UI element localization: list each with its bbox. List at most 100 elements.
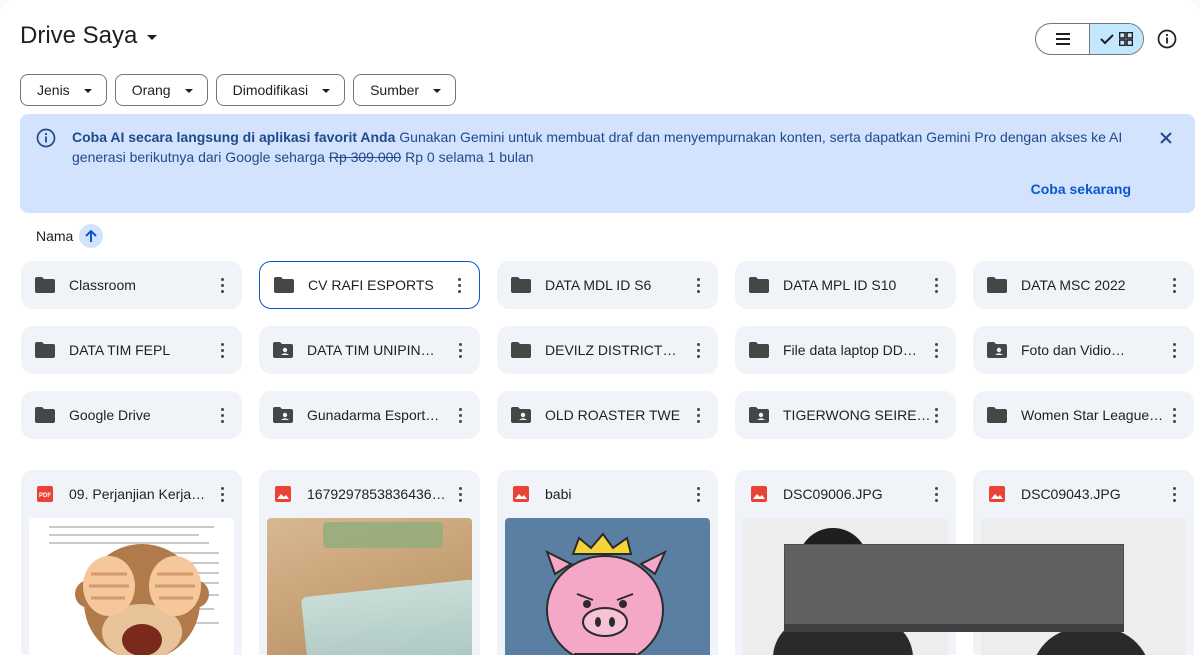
page-title: Drive Saya	[20, 22, 138, 49]
sort-direction-button[interactable]	[79, 224, 104, 248]
file-name: DSC09006.JPG	[783, 486, 883, 502]
folder-name: File data laptop DD…	[783, 342, 917, 358]
folder-name: DATA MPL ID S10	[783, 277, 897, 293]
filter-people-chip[interactable]: Orang	[114, 74, 208, 106]
file-thumbnail	[29, 518, 234, 655]
more-options-button[interactable]	[1164, 405, 1184, 425]
more-options-button[interactable]	[449, 275, 469, 295]
close-icon	[1160, 132, 1172, 144]
folder-tile[interactable]: Gunadarma Esport…	[259, 391, 480, 439]
file-name: DSC09043.JPG	[1021, 486, 1121, 502]
caret-down-icon	[184, 88, 193, 93]
sort-label: Nama	[36, 228, 74, 244]
more-options-button[interactable]	[1164, 340, 1184, 360]
folder-tile[interactable]: DEVILZ DISTRICT…	[497, 326, 718, 374]
chip-label: Dimodifikasi	[232, 82, 309, 98]
try-now-link[interactable]: Coba sekarang	[1031, 181, 1131, 197]
shared-folder-icon	[271, 403, 295, 427]
chip-label: Orang	[131, 82, 171, 98]
image-icon	[271, 482, 295, 506]
more-options-button[interactable]	[926, 340, 946, 360]
more-options-button[interactable]	[688, 484, 708, 504]
folder-tile[interactable]: DATA MSC 2022	[973, 261, 1194, 309]
details-button[interactable]	[1155, 27, 1179, 51]
file-thumbnail	[505, 518, 710, 655]
svg-text:PDF: PDF	[39, 493, 51, 499]
folder-tile[interactable]: DATA MPL ID S10	[735, 261, 956, 309]
folder-icon	[509, 338, 533, 362]
caret-down-icon	[147, 34, 158, 40]
grid-view-button[interactable]	[1089, 24, 1143, 54]
caret-down-icon	[322, 88, 331, 93]
folder-name: OLD ROASTER TWE	[545, 407, 681, 423]
folder-name: Gunadarma Esport…	[307, 407, 440, 423]
folder-name: CV RAFI ESPORTS	[308, 277, 434, 293]
file-card[interactable]: babi	[497, 470, 718, 655]
folder-name: DATA TIM FEPL	[69, 342, 171, 358]
file-card[interactable]: PDF 09. Perjanjian Kerja…	[21, 470, 242, 655]
folder-tile[interactable]: DATA MDL ID S6	[497, 261, 718, 309]
more-options-button[interactable]	[450, 405, 470, 425]
folder-tile[interactable]: Google Drive	[21, 391, 242, 439]
file-card[interactable]: 1679297853836436…	[259, 470, 480, 655]
monkey-emoji-sticker	[75, 544, 209, 655]
more-options-button[interactable]	[688, 340, 708, 360]
more-options-button[interactable]	[926, 405, 946, 425]
folder-tile[interactable]: Classroom	[21, 261, 242, 309]
folder-tile[interactable]: Women Star League…	[973, 391, 1194, 439]
chip-label: Sumber	[370, 82, 420, 98]
folder-tile[interactable]: OLD ROASTER TWE	[497, 391, 718, 439]
more-options-button[interactable]	[450, 340, 470, 360]
more-options-button[interactable]	[926, 484, 946, 504]
folder-icon	[985, 403, 1009, 427]
more-options-button[interactable]	[212, 405, 232, 425]
drive-page: Drive Saya Jenis Orang Dimodifikasi Sumb…	[0, 0, 1200, 655]
folder-name: Foto dan Vidio…	[1021, 342, 1126, 358]
more-options-button[interactable]	[688, 405, 708, 425]
folder-icon	[985, 273, 1009, 297]
more-options-button[interactable]	[212, 275, 232, 295]
folder-tile[interactable]: TIGERWONG SEIRE…	[735, 391, 956, 439]
more-options-button[interactable]	[450, 484, 470, 504]
sort-by-name[interactable]: Nama	[36, 224, 104, 248]
list-view-button[interactable]	[1036, 24, 1089, 54]
folder-grid: Classroom CV RAFI ESPORTS DATA MDL ID S6 DA…	[21, 261, 1194, 439]
filter-source-chip[interactable]: Sumber	[353, 74, 457, 106]
caret-down-icon	[433, 88, 442, 93]
more-options-button[interactable]	[1164, 484, 1184, 504]
more-options-button[interactable]	[688, 275, 708, 295]
file-name: 1679297853836436…	[307, 486, 446, 502]
folder-icon	[272, 273, 296, 297]
drive-title-menu[interactable]: Drive Saya	[20, 22, 158, 50]
close-banner-button[interactable]	[1156, 128, 1176, 148]
filter-type-chip[interactable]: Jenis	[20, 74, 107, 106]
file-thumbnail	[267, 518, 472, 655]
banner-old-price: Rp 309.000	[328, 149, 402, 165]
folder-icon	[747, 273, 771, 297]
info-icon	[36, 128, 56, 148]
more-options-button[interactable]	[1164, 275, 1184, 295]
file-name: babi	[545, 486, 572, 502]
folder-tile[interactable]: CV RAFI ESPORTS	[259, 261, 480, 309]
folder-tile[interactable]: Foto dan Vidio…	[973, 326, 1194, 374]
filter-modified-chip[interactable]: Dimodifikasi	[215, 74, 346, 106]
more-options-button[interactable]	[212, 340, 232, 360]
folder-tile[interactable]: DATA TIM UNIPIN…	[259, 326, 480, 374]
folder-icon	[747, 338, 771, 362]
grid-icon	[1119, 32, 1133, 46]
image-icon	[985, 482, 1009, 506]
caret-down-icon	[83, 88, 92, 93]
view-toggle	[1035, 23, 1144, 55]
shared-folder-icon	[985, 338, 1009, 362]
arrow-up-icon	[85, 229, 98, 242]
folder-tile[interactable]: File data laptop DD…	[735, 326, 956, 374]
folder-icon	[33, 338, 57, 362]
shared-folder-icon	[747, 403, 771, 427]
more-options-button[interactable]	[926, 275, 946, 295]
pig-illustration	[545, 532, 668, 655]
shared-folder-icon	[271, 338, 295, 362]
folder-name: Women Star League…	[1021, 407, 1164, 423]
folder-icon	[509, 273, 533, 297]
folder-tile[interactable]: DATA TIM FEPL	[21, 326, 242, 374]
more-options-button[interactable]	[212, 484, 232, 504]
